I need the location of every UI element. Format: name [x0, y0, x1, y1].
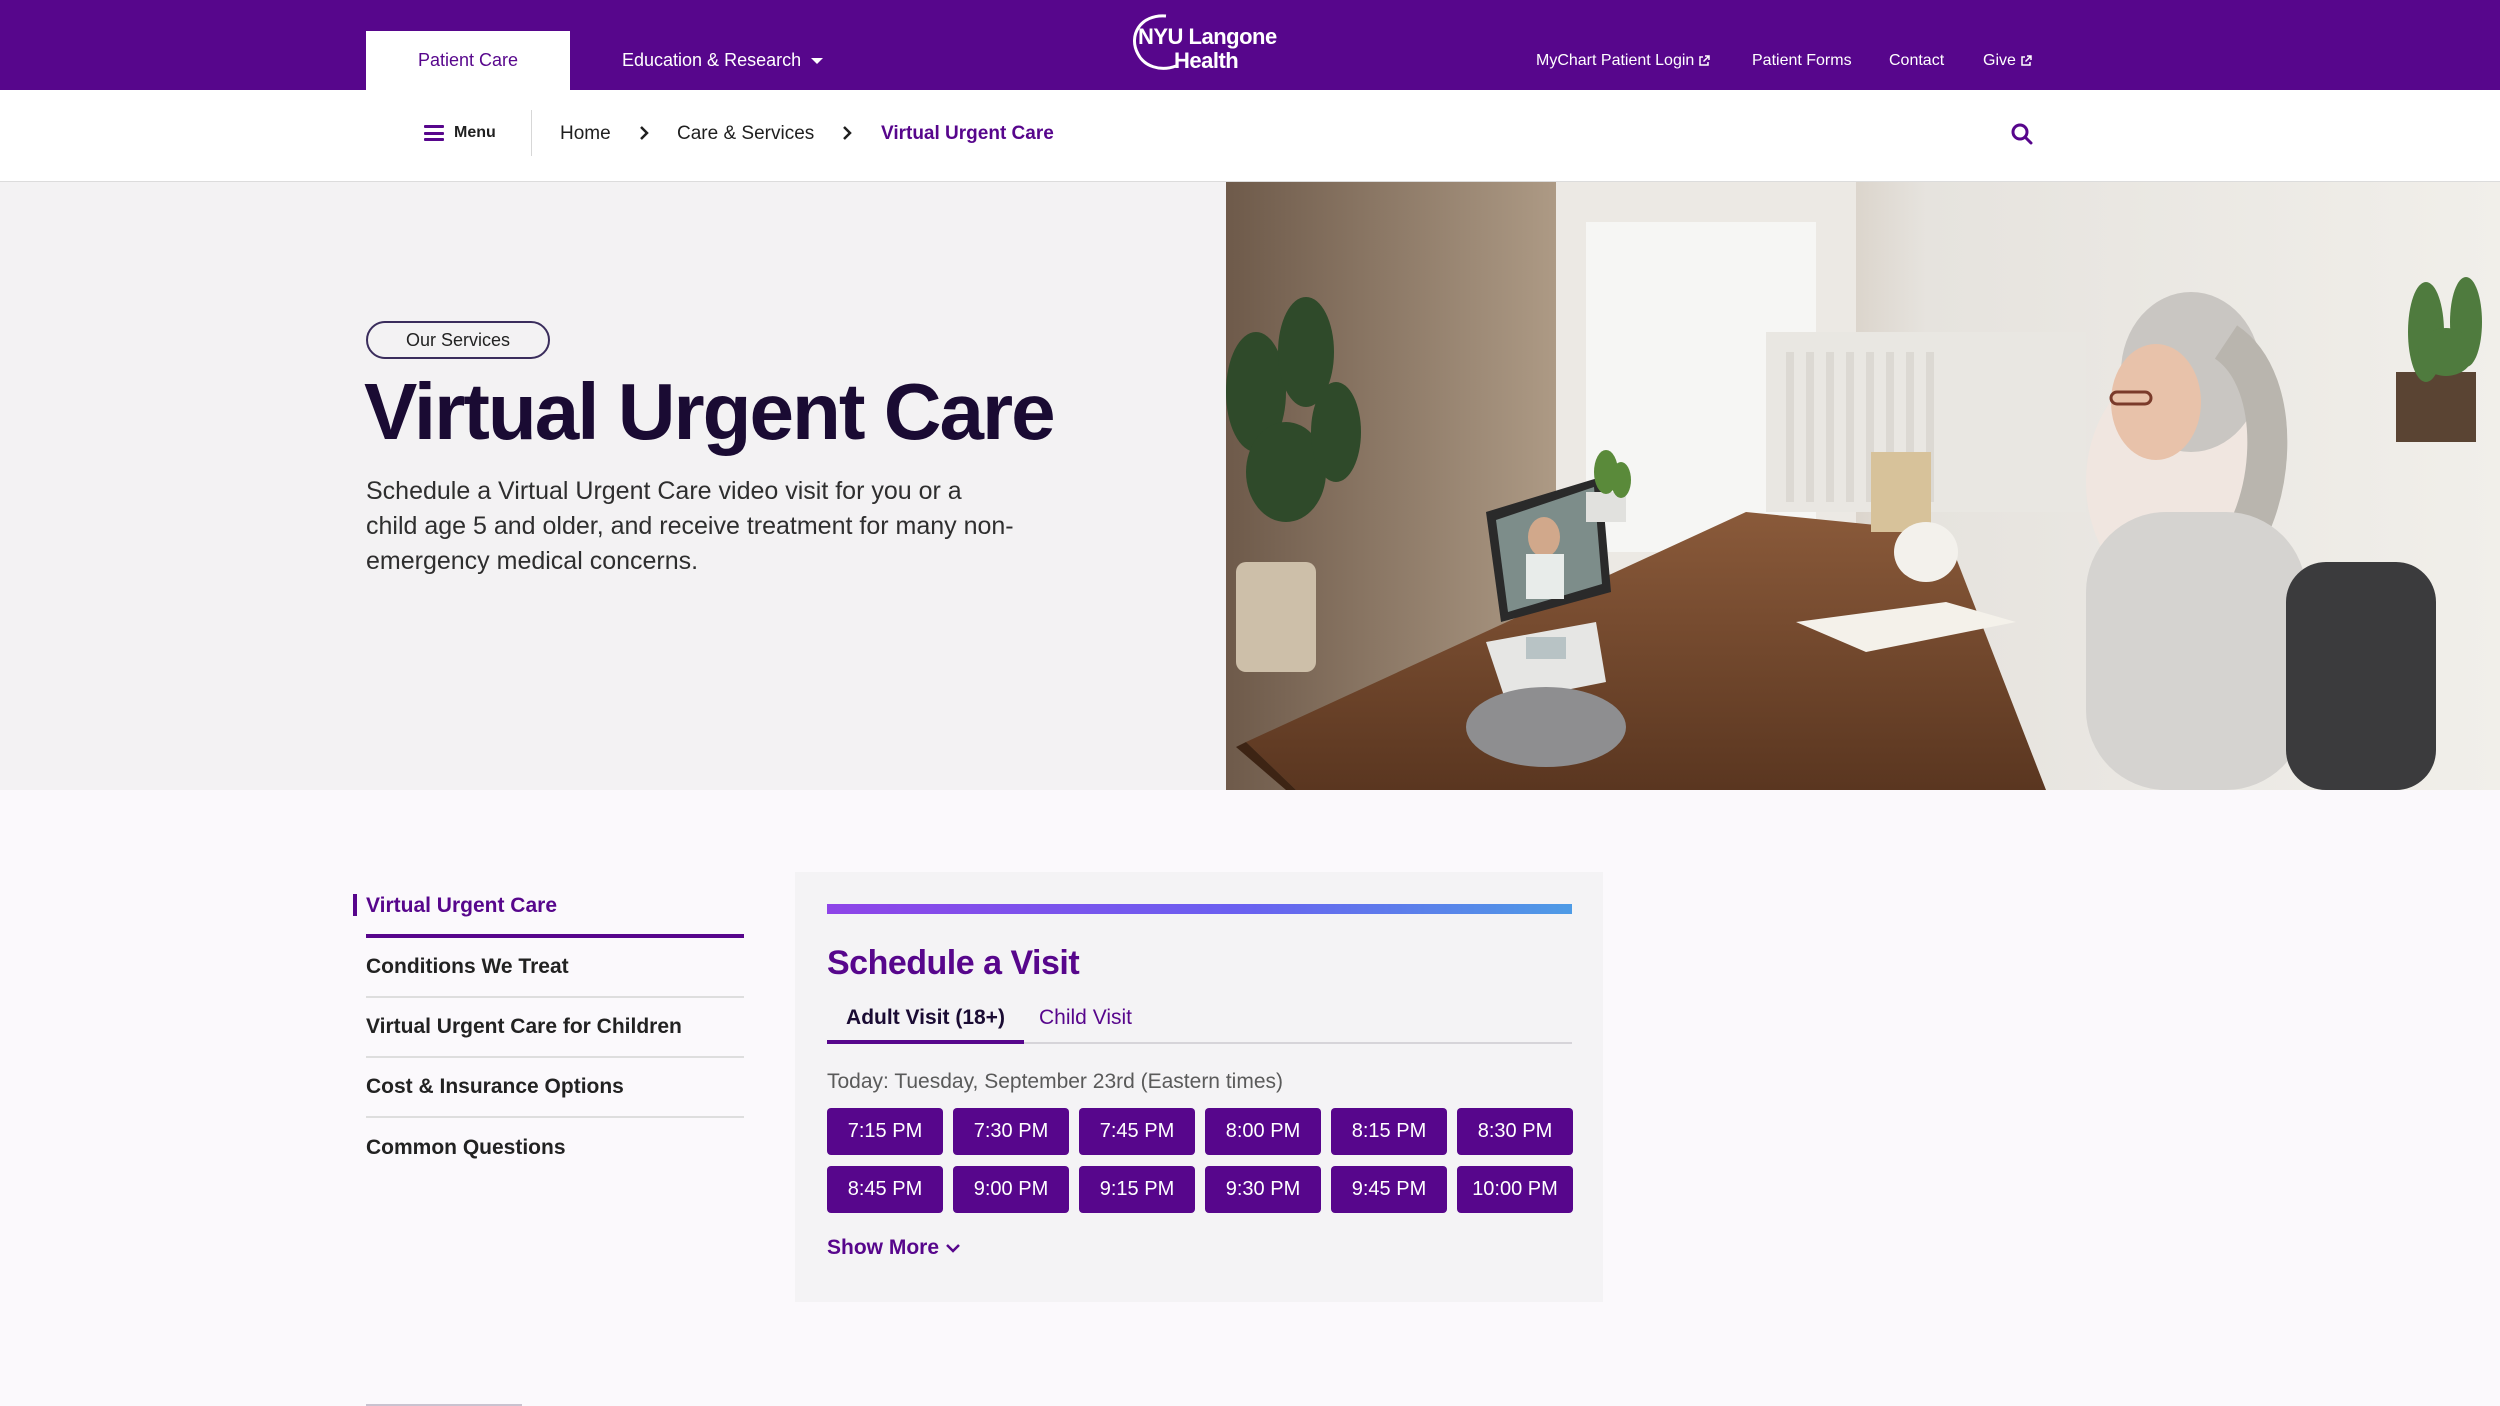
divider: [531, 110, 532, 156]
top-bar: Patient Care Education & Research NYU La…: [0, 0, 2500, 90]
breadcrumb-current: Virtual Urgent Care: [881, 123, 1054, 144]
contact-label: Contact: [1889, 52, 1945, 69]
menu-button[interactable]: Menu: [424, 124, 496, 142]
menu-label: Menu: [454, 124, 496, 141]
time-slot-button[interactable]: 9:15 PM: [1079, 1166, 1195, 1213]
schedule-visit-card: Schedule a Visit Adult Visit (18+) Child…: [795, 872, 1603, 1302]
sidenav-item-label: Cost & Insurance Options: [366, 1075, 624, 1098]
tab-child-visit[interactable]: Child Visit: [1039, 1004, 1132, 1044]
sidenav-item-children[interactable]: Virtual Urgent Care for Children: [366, 998, 744, 1058]
hamburger-icon: [424, 125, 444, 141]
tab-education-research[interactable]: Education & Research: [622, 31, 824, 90]
time-slot-button[interactable]: 7:30 PM: [953, 1108, 1069, 1155]
time-slot-button[interactable]: 8:30 PM: [1457, 1108, 1573, 1155]
time-slot-button[interactable]: 9:30 PM: [1205, 1166, 1321, 1213]
mychart-login-link[interactable]: MyChart Patient Login: [1536, 52, 1711, 70]
sidenav-item-cost-insurance[interactable]: Cost & Insurance Options: [366, 1058, 744, 1118]
external-link-icon: [2021, 55, 2032, 66]
time-slot-button[interactable]: 8:45 PM: [827, 1166, 943, 1213]
time-slot-button[interactable]: 9:00 PM: [953, 1166, 1069, 1213]
time-slot-button[interactable]: 7:45 PM: [1079, 1108, 1195, 1155]
time-slot-grid: 7:15 PM 7:30 PM 7:45 PM 8:00 PM 8:15 PM …: [827, 1108, 1577, 1213]
caret-down-icon: [811, 57, 824, 64]
show-more-button[interactable]: Show More: [827, 1236, 961, 1260]
tab-patient-care[interactable]: Patient Care: [366, 31, 570, 90]
breadcrumb-care-services[interactable]: Care & Services: [677, 123, 814, 145]
visit-type-tabs: Adult Visit (18+) Child Visit: [827, 1004, 1572, 1044]
time-slot-button[interactable]: 8:15 PM: [1331, 1108, 1447, 1155]
tab-adult-visit[interactable]: Adult Visit (18+): [827, 1004, 1024, 1044]
logo-text-line1: NYU Langone: [1138, 24, 1277, 49]
chevron-right-icon: [843, 126, 852, 140]
sidenav-item-virtual-urgent-care[interactable]: Virtual Urgent Care: [353, 878, 744, 938]
contact-link[interactable]: Contact: [1889, 52, 1944, 70]
give-link[interactable]: Give: [1983, 52, 2032, 70]
hero-photo: [1226, 182, 2500, 790]
mychart-login-label: MyChart Patient Login: [1536, 52, 1695, 69]
time-slot-button[interactable]: 10:00 PM: [1457, 1166, 1573, 1213]
chevron-right-icon: [640, 126, 649, 140]
time-slot-button[interactable]: 9:45 PM: [1331, 1166, 1447, 1213]
sidenav-item-common-questions[interactable]: Common Questions: [366, 1118, 744, 1178]
gradient-accent-bar: [827, 904, 1572, 914]
external-link-icon: [1699, 55, 1711, 66]
chevron-down-icon: [946, 1244, 960, 1253]
nyu-langone-logo[interactable]: NYU Langone Health: [1126, 12, 1277, 74]
page-title: Virtual Urgent Care: [364, 367, 1056, 456]
today-date-label: Today: Tuesday, September 23rd (Eastern …: [827, 1070, 1283, 1093]
search-icon[interactable]: [2010, 122, 2034, 146]
sidenav-item-label: Virtual Urgent Care: [366, 894, 557, 917]
time-slot-button[interactable]: 7:15 PM: [827, 1108, 943, 1155]
breadcrumb-bar: Menu Home Care & Services Virtual Urgent…: [0, 90, 2500, 182]
sidenav-item-label: Conditions We Treat: [366, 955, 569, 978]
our-services-pill[interactable]: Our Services: [366, 321, 550, 359]
hero-description: Schedule a Virtual Urgent Care video vis…: [366, 477, 1014, 575]
sidenav-item-label: Virtual Urgent Care for Children: [366, 1015, 682, 1038]
give-label: Give: [1983, 52, 2016, 69]
section-side-nav: Virtual Urgent Care Conditions We Treat …: [353, 878, 744, 1178]
sidenav-item-conditions[interactable]: Conditions We Treat: [366, 938, 744, 998]
logo-text-line2: Health: [1174, 48, 1239, 73]
tab-education-research-label: Education & Research: [622, 50, 802, 70]
breadcrumb-home[interactable]: Home: [560, 123, 611, 145]
patient-forms-label: Patient Forms: [1752, 52, 1852, 69]
patient-forms-link[interactable]: Patient Forms: [1752, 52, 1852, 70]
sidenav-item-label: Common Questions: [366, 1136, 566, 1159]
schedule-title: Schedule a Visit: [827, 944, 1080, 982]
show-more-label: Show More: [827, 1236, 940, 1259]
time-slot-button[interactable]: 8:00 PM: [1205, 1108, 1321, 1155]
